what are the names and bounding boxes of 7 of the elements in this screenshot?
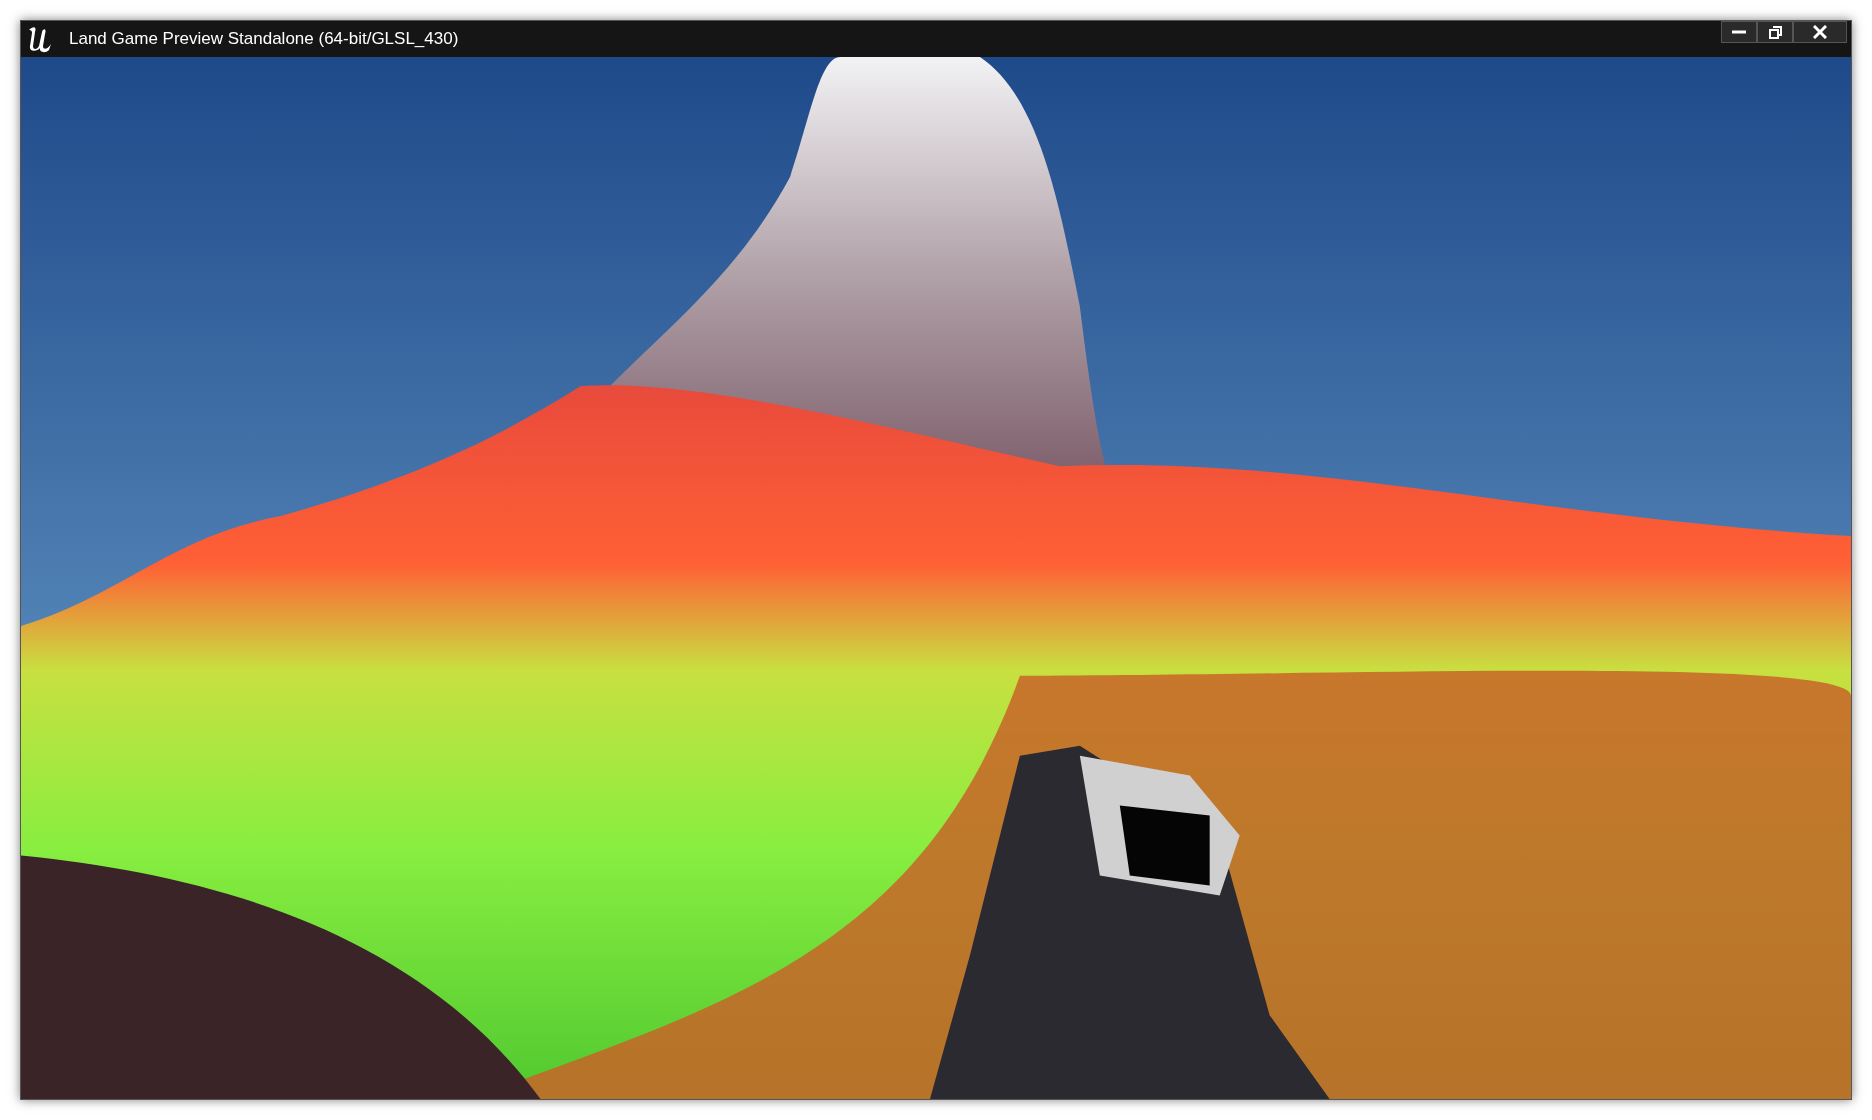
restore-button[interactable]	[1757, 21, 1793, 43]
close-icon	[1813, 25, 1827, 39]
minimize-icon	[1732, 30, 1746, 34]
minimize-button[interactable]	[1721, 21, 1757, 43]
restore-icon	[1768, 25, 1782, 39]
window-title: Land Game Preview Standalone (64-bit/GLSL_430)	[69, 28, 459, 51]
close-button[interactable]	[1793, 21, 1847, 43]
